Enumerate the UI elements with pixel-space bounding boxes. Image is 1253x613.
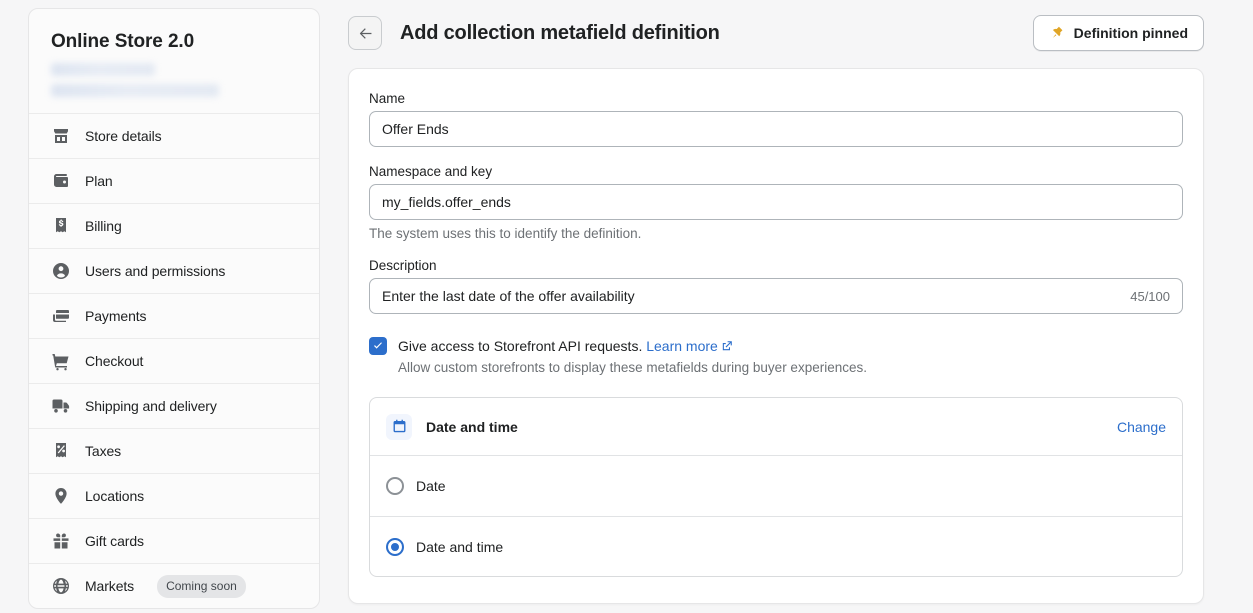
storefront-access-row: Give access to Storefront API requests. … <box>369 336 1183 375</box>
map-pin-icon <box>51 486 71 506</box>
name-value: Offer Ends <box>382 121 449 137</box>
namespace-help-text: The system uses this to identify the def… <box>369 226 642 241</box>
arrow-left-icon <box>357 25 374 42</box>
metafield-type-title: Date and time <box>426 418 518 435</box>
description-value: Enter the last date of the offer availab… <box>382 288 635 304</box>
sidebar-item-label: Plan <box>85 173 113 189</box>
gift-icon <box>51 531 71 551</box>
sidebar-item-label: Shipping and delivery <box>85 398 217 414</box>
page-title: Add collection metafield definition <box>400 21 720 44</box>
storefront-access-checkbox[interactable] <box>369 337 387 355</box>
namespace-field-group: Namespace and key my_fields.offer_ends T… <box>369 164 1183 241</box>
sidebar-item-store-details[interactable]: Store details <box>29 113 319 158</box>
store-icon <box>51 126 71 146</box>
wallet-icon <box>51 171 71 191</box>
status-badge: Coming soon <box>157 574 246 598</box>
metafield-type-card: Date and time Change Date Date and time <box>369 397 1183 577</box>
storefront-access-text: Give access to Storefront API requests. <box>398 338 643 354</box>
sidebar-item-plan[interactable]: Plan <box>29 158 319 203</box>
sidebar-item-label: Store details <box>85 128 162 144</box>
sidebar-item-label: Gift cards <box>85 533 144 549</box>
description-field-group: Description Enter the last date of the o… <box>369 258 1183 314</box>
sidebar-item-gift-cards[interactable]: Gift cards <box>29 518 319 563</box>
sidebar-item-label: Locations <box>85 488 145 504</box>
radio-date[interactable] <box>386 477 404 495</box>
storefront-access-label: Give access to Storefront API requests. … <box>398 336 867 356</box>
definition-pinned-label: Definition pinned <box>1073 25 1188 41</box>
payment-card-icon <box>51 306 71 326</box>
receipt-dollar-icon <box>51 216 71 236</box>
type-option-label: Date <box>416 478 446 494</box>
external-link-icon <box>721 340 733 352</box>
person-icon <box>51 261 71 281</box>
main-content: Add collection metafield definition Defi… <box>348 0 1253 613</box>
sidebar-item-users-and-permissions[interactable]: Users and permissions <box>29 248 319 293</box>
sidebar-item-label: Billing <box>85 218 122 234</box>
back-button[interactable] <box>348 16 382 50</box>
learn-more-link[interactable]: Learn more <box>646 338 718 354</box>
storefront-access-texts: Give access to Storefront API requests. … <box>398 336 867 375</box>
store-header: Online Store 2.0 <box>29 9 319 113</box>
name-input[interactable]: Offer Ends <box>369 111 1183 147</box>
name-label: Name <box>369 91 406 106</box>
sidebar-item-billing[interactable]: Billing <box>29 203 319 248</box>
sidebar-item-label: Markets <box>85 578 135 594</box>
namespace-input[interactable]: my_fields.offer_ends <box>369 184 1183 220</box>
namespace-value: my_fields.offer_ends <box>382 194 511 210</box>
app-root: Online Store 2.0 Store details Plan Bill… <box>0 0 1253 613</box>
sidebar-item-label: Payments <box>85 308 147 324</box>
definition-pinned-button[interactable]: Definition pinned <box>1032 15 1204 51</box>
shopping-cart-icon <box>51 351 71 371</box>
change-type-link[interactable]: Change <box>1117 419 1166 435</box>
metafield-type-header: Date and time Change <box>370 398 1182 456</box>
namespace-label: Namespace and key <box>369 164 493 179</box>
type-option-label: Date and time <box>416 538 504 555</box>
sidebar-card: Online Store 2.0 Store details Plan Bill… <box>28 8 320 609</box>
sidebar-item-label: Users and permissions <box>85 263 226 279</box>
description-label: Description <box>369 258 437 273</box>
delivery-truck-icon <box>51 396 71 416</box>
sidebar-item-label: Taxes <box>85 443 122 459</box>
calendar-icon <box>386 413 412 440</box>
radio-date-and-time[interactable] <box>386 537 404 556</box>
globe-icon <box>51 576 71 596</box>
name-field-group: Name Offer Ends <box>369 91 1183 147</box>
sidebar-item-markets[interactable]: Markets Coming soon <box>29 563 319 608</box>
checkmark-icon <box>372 340 384 352</box>
sidebar-item-shipping-and-delivery[interactable]: Shipping and delivery <box>29 383 319 428</box>
store-title: Online Store 2.0 <box>51 31 195 52</box>
sidebar-item-payments[interactable]: Payments <box>29 293 319 338</box>
metafield-definition-card: Name Offer Ends Namespace and key my_fie… <box>348 68 1204 604</box>
percent-receipt-icon <box>51 441 71 461</box>
type-option-date-and-time[interactable]: Date and time <box>370 516 1182 576</box>
sidebar-item-locations[interactable]: Locations <box>29 473 319 518</box>
sidebar-item-taxes[interactable]: Taxes <box>29 428 319 473</box>
sidebar: Online Store 2.0 Store details Plan Bill… <box>0 0 348 613</box>
character-counter: 45/100 <box>1130 288 1170 304</box>
redacted-store-handle <box>51 63 155 76</box>
redacted-store-domain <box>51 84 219 97</box>
description-input[interactable]: Enter the last date of the offer availab… <box>369 278 1183 314</box>
sidebar-item-checkout[interactable]: Checkout <box>29 338 319 383</box>
pushpin-icon <box>1049 25 1065 41</box>
sidebar-item-label: Checkout <box>85 353 144 369</box>
page-header: Add collection metafield definition Defi… <box>348 8 1204 58</box>
type-option-date[interactable]: Date <box>370 456 1182 516</box>
storefront-access-sublabel: Allow custom storefronts to display thes… <box>398 360 867 375</box>
